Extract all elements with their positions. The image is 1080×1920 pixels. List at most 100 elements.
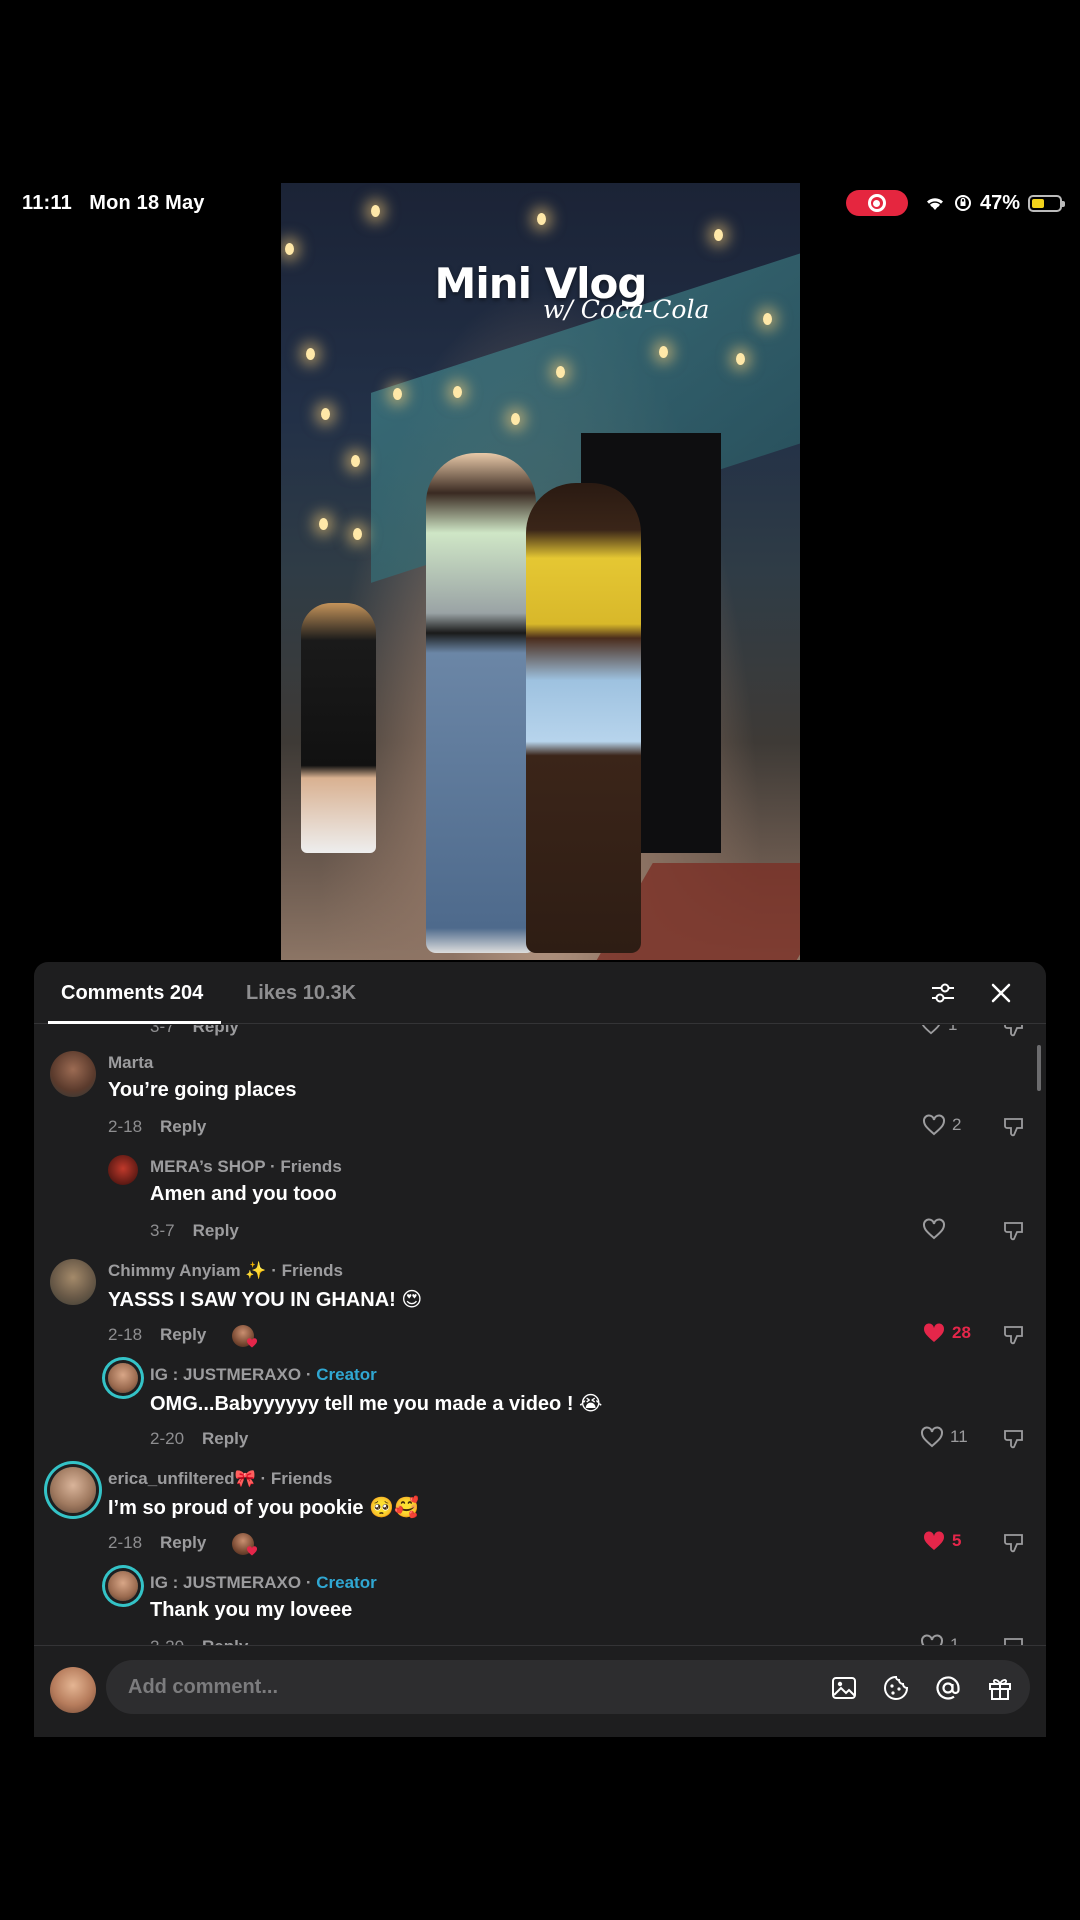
string-light: [321, 408, 330, 420]
background-person: [301, 603, 376, 853]
avatar[interactable]: [50, 1259, 96, 1305]
status-indicators: 47%: [845, 190, 1065, 216]
string-light: [511, 413, 520, 425]
comment-text: You’re going places: [108, 1079, 297, 1101]
heart-icon: [923, 1114, 945, 1136]
reply-button[interactable]: Reply: [160, 1117, 206, 1136]
comment-meta: 3-7 Reply: [150, 1025, 239, 1037]
person-right: [526, 483, 641, 953]
battery-percent: 47%: [979, 191, 1020, 214]
tab-comments[interactable]: Comments 204: [61, 982, 203, 1005]
status-time-date: 11:11 Mon 18 May: [22, 192, 205, 215]
comment-text: I’m so proud of you pookie 🥺🥰: [108, 1497, 419, 1519]
string-light: [351, 455, 360, 467]
comment-meta: 3-7 Reply: [150, 1221, 239, 1240]
video-subtitle: w/ Coca-Cola: [543, 295, 710, 324]
dislike-icon[interactable]: [1002, 1427, 1026, 1451]
string-light: [319, 518, 328, 530]
string-light: [453, 386, 462, 398]
like-button[interactable]: 28: [922, 1322, 971, 1344]
avatar[interactable]: [50, 1051, 96, 1097]
heart-icon: [921, 1634, 943, 1645]
string-light: [537, 213, 546, 225]
active-tab-indicator: [48, 1021, 221, 1024]
string-light: [285, 243, 294, 255]
heart-icon: [921, 1426, 943, 1448]
string-light: [371, 205, 380, 217]
comment-author[interactable]: Chimmy Anyiam ✨ · Friends: [108, 1261, 343, 1281]
avatar[interactable]: [50, 1467, 96, 1513]
comment-text: Amen and you tooo: [150, 1183, 337, 1205]
like-button[interactable]: [922, 1218, 952, 1240]
avatar[interactable]: [108, 1155, 138, 1185]
heart-icon: [246, 1338, 258, 1348]
dislike-icon[interactable]: [1002, 1025, 1026, 1039]
dislike-icon[interactable]: [1002, 1531, 1026, 1555]
image-icon[interactable]: [830, 1674, 858, 1702]
comment-author[interactable]: IG : JUSTMERAXO · Creator: [150, 1573, 377, 1593]
dislike-icon[interactable]: [1002, 1219, 1026, 1243]
like-button[interactable]: 5: [922, 1530, 961, 1552]
video-title: Mini Vlog: [434, 259, 648, 308]
string-light: [763, 313, 772, 325]
comment-author[interactable]: erica_unfiltered🎀 · Friends: [108, 1469, 332, 1489]
person-left: [426, 453, 536, 953]
like-button[interactable]: 1: [920, 1025, 957, 1035]
comment-author[interactable]: IG : JUSTMERAXO · Creator: [150, 1365, 377, 1385]
heart-filled-icon: [923, 1323, 945, 1342]
string-light: [714, 229, 723, 241]
tab-likes[interactable]: Likes 10.3K: [246, 982, 356, 1005]
string-light: [306, 348, 315, 360]
comment-meta: 2-20Reply: [150, 1637, 248, 1645]
string-light: [353, 528, 362, 540]
dislike-icon[interactable]: [1002, 1635, 1026, 1645]
comment-author[interactable]: MERA’s SHOP · Friends: [150, 1157, 342, 1177]
heart-icon: [246, 1546, 258, 1556]
dislike-icon[interactable]: [1002, 1323, 1026, 1347]
reply-button[interactable]: Reply: [193, 1025, 239, 1036]
comments-sheet: Comments 204 Likes 10.3K 3-7Reply 1 Mart…: [34, 962, 1046, 1737]
heart-icon: [923, 1218, 945, 1240]
avatar[interactable]: [108, 1571, 138, 1601]
like-button[interactable]: 2: [922, 1114, 961, 1136]
screen-record-icon[interactable]: [845, 190, 908, 216]
like-button[interactable]: 1: [920, 1634, 959, 1645]
dislike-icon[interactable]: [1002, 1115, 1026, 1139]
reply-button[interactable]: Reply: [202, 1429, 248, 1448]
comment-composer: Add comment...: [34, 1645, 1046, 1737]
mention-icon[interactable]: [934, 1674, 962, 1702]
reply-button[interactable]: Reply: [160, 1325, 206, 1344]
comment-meta: 2-18 Reply: [108, 1533, 207, 1552]
comment-text: Thank you my loveee: [150, 1599, 353, 1621]
reply-button[interactable]: Reply: [160, 1533, 206, 1552]
comment-text: OMG...Babyyyyyy tell me you made a video…: [150, 1393, 603, 1415]
reply-button[interactable]: Reply: [202, 1637, 248, 1645]
comment-author[interactable]: Marta: [108, 1053, 153, 1073]
comment-meta: 2-20Reply: [150, 1429, 249, 1448]
reply-button[interactable]: Reply: [193, 1221, 239, 1240]
sticker-icon[interactable]: [882, 1674, 910, 1702]
creator-badge: Creator: [316, 1365, 377, 1384]
comments-header: Comments 204 Likes 10.3K: [34, 962, 1046, 1024]
comment-input-placeholder: Add comment...: [128, 1676, 279, 1698]
comment-text: YASSS I SAW YOU IN GHANA! 😍: [108, 1289, 423, 1311]
gift-icon[interactable]: [986, 1674, 1014, 1702]
wifi-icon: [926, 198, 943, 210]
comment-meta: 2-18 Reply: [108, 1325, 207, 1344]
scrollbar[interactable]: [1037, 1045, 1041, 1091]
status-date: Mon 18 May: [89, 192, 205, 214]
orientation-lock-icon: [954, 195, 971, 211]
close-icon[interactable]: [986, 978, 1016, 1008]
comments-list[interactable]: 3-7Reply 1 Marta You’re going places 2-1…: [34, 1025, 1046, 1645]
my-avatar: [50, 1667, 96, 1713]
comment-input[interactable]: Add comment...: [106, 1660, 1030, 1714]
string-light: [393, 388, 402, 400]
status-time: 11:11: [22, 192, 72, 214]
comment-meta: 2-18 Reply: [108, 1117, 207, 1136]
like-button[interactable]: 11: [920, 1426, 968, 1448]
avatar[interactable]: [108, 1363, 138, 1393]
filter-icon[interactable]: [928, 978, 958, 1008]
heart-filled-icon: [923, 1531, 945, 1550]
string-light: [556, 366, 565, 378]
video-player[interactable]: Mini Vlog w/ Coca-Cola: [281, 183, 800, 960]
